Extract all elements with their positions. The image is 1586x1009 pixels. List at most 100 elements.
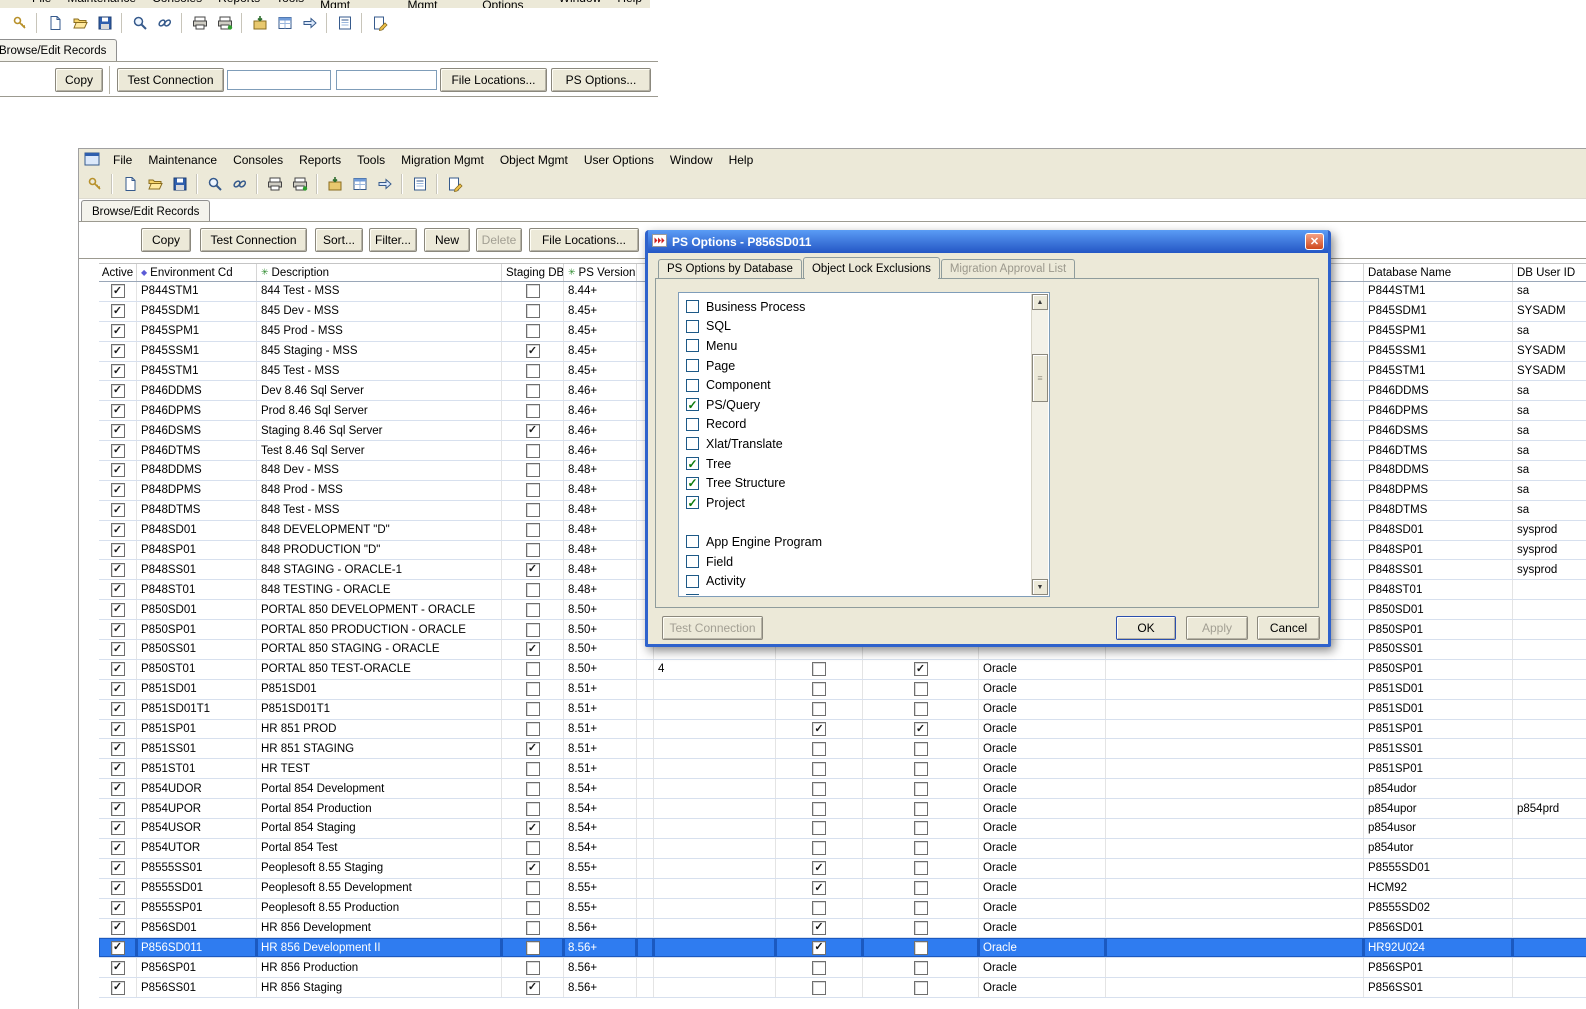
checkbox-active[interactable]: ✓ [111, 821, 125, 835]
table-row-p856sd011[interactable]: ✓P856SD011HR 856 Development II8.56+✓Ora… [99, 938, 1586, 958]
checkbox-xlat-translate[interactable] [686, 437, 699, 450]
checkbox-flag1[interactable] [812, 821, 826, 835]
exclusion-item-business-process[interactable]: Business Process [686, 297, 1031, 317]
menu-file[interactable]: File [105, 151, 140, 169]
checkbox-staging[interactable] [526, 782, 540, 796]
file-locations-button[interactable]: File Locations... [440, 68, 547, 92]
checkbox-flag2[interactable] [914, 802, 928, 816]
checkbox-staging[interactable] [526, 523, 540, 537]
checkbox-active[interactable]: ✓ [111, 762, 125, 776]
table-row-p851st01[interactable]: ✓P851ST01HR TEST8.51+OracleP851SP01 [99, 759, 1586, 779]
checkbox-tree[interactable]: ✓ [686, 457, 699, 470]
checkbox-app-engine-program[interactable] [686, 535, 699, 548]
checkbox-active[interactable]: ✓ [111, 861, 125, 875]
checkbox-active[interactable]: ✓ [111, 483, 125, 497]
checkbox-active[interactable]: ✓ [111, 463, 125, 477]
checkbox-flag2[interactable] [914, 981, 928, 995]
checkbox-active[interactable]: ✓ [111, 841, 125, 855]
checkbox-staging[interactable]: ✓ [526, 742, 540, 756]
transfer-arrow-icon[interactable] [373, 173, 396, 195]
menu-user-options[interactable]: User Options [474, 0, 550, 8]
checkbox-flag1[interactable]: ✓ [812, 861, 826, 875]
checkbox-staging[interactable] [526, 503, 540, 517]
new-document-icon[interactable] [43, 12, 66, 34]
checkbox-staging[interactable] [526, 682, 540, 696]
edit-icon[interactable] [443, 173, 466, 195]
checkbox-active[interactable]: ✓ [111, 543, 125, 557]
scroll-down-icon[interactable]: ▼ [1032, 579, 1048, 595]
tab-browse-edit-records[interactable]: Browse/Edit Records [81, 200, 210, 222]
checkbox-flag1[interactable] [812, 662, 826, 676]
checkbox-flag1[interactable] [812, 901, 826, 915]
exclusion-item-activity[interactable]: Activity [686, 571, 1031, 591]
exclusion-item-app-engine-program[interactable]: App Engine Program [686, 532, 1031, 552]
checkbox-active[interactable]: ✓ [111, 981, 125, 995]
checkbox-staging[interactable] [526, 444, 540, 458]
menu-reports[interactable]: Reports [291, 151, 349, 169]
scrollbar[interactable]: ▲ ≡ ▼ [1031, 294, 1048, 595]
exclusion-item-tree-structure[interactable]: ✓Tree Structure [686, 473, 1031, 493]
menu-consoles[interactable]: Consoles [144, 0, 210, 7]
checkbox-staging[interactable] [526, 583, 540, 597]
checkbox-staging[interactable] [526, 802, 540, 816]
menu-migration-mgmt[interactable]: Migration Mgmt [393, 151, 492, 169]
checkbox-flag2[interactable] [914, 821, 928, 835]
checkbox-active[interactable]: ✓ [111, 384, 125, 398]
exclusion-item-component[interactable]: Component [686, 375, 1031, 395]
checkbox-flag2[interactable] [914, 941, 928, 955]
checkbox-field[interactable] [686, 555, 699, 568]
checkbox-flag2[interactable] [914, 921, 928, 935]
checkbox-active[interactable]: ✓ [111, 941, 125, 955]
checkbox-staging[interactable] [526, 284, 540, 298]
report-icon[interactable] [333, 12, 356, 34]
menu-window[interactable]: Window [662, 151, 721, 169]
checkbox-staging[interactable] [526, 364, 540, 378]
checkbox-flag2[interactable]: ✓ [914, 722, 928, 736]
table-row-p851ss01[interactable]: ✓P851SS01HR 851 STAGING✓8.51+OracleP851S… [99, 739, 1586, 759]
new-button[interactable]: New [424, 228, 470, 252]
checkbox-record[interactable] [686, 418, 699, 431]
tab-ps-options-by-database[interactable]: PS Options by Database [658, 259, 802, 278]
checkbox-active[interactable]: ✓ [111, 642, 125, 656]
menu-window[interactable]: Window [551, 0, 610, 7]
test-connection-button[interactable]: Test Connection [117, 68, 224, 92]
checkbox-flag1[interactable] [812, 742, 826, 756]
checkbox-active[interactable]: ✓ [111, 682, 125, 696]
checkbox-active[interactable]: ✓ [111, 603, 125, 617]
checkbox-flag1[interactable] [812, 961, 826, 975]
checkbox-active[interactable]: ✓ [111, 424, 125, 438]
checkbox-staging[interactable] [526, 543, 540, 557]
scroll-up-icon[interactable]: ▲ [1032, 294, 1048, 310]
table-icon[interactable] [273, 12, 296, 34]
checkbox-flag1[interactable] [812, 841, 826, 855]
checkbox-staging[interactable] [526, 384, 540, 398]
checkbox-active[interactable]: ✓ [111, 742, 125, 756]
checkbox-flag2[interactable] [914, 861, 928, 875]
import-icon[interactable] [323, 173, 346, 195]
menu-maintenance[interactable]: Maintenance [59, 0, 144, 7]
table-row-p850st01[interactable]: ✓P850ST01PORTAL 850 TEST-ORACLE8.50+4✓Or… [99, 660, 1586, 680]
checkbox-menu[interactable] [686, 339, 699, 352]
checkbox-flag2[interactable] [914, 961, 928, 975]
checkbox-flag1[interactable] [812, 702, 826, 716]
checkbox-staging[interactable] [526, 961, 540, 975]
menu-file[interactable]: File [24, 0, 59, 7]
menu-consoles[interactable]: Consoles [225, 151, 291, 169]
save-icon[interactable] [168, 173, 191, 195]
checkbox-staging[interactable] [526, 941, 540, 955]
cancel-button[interactable]: Cancel [1257, 616, 1320, 640]
checkbox-component[interactable] [686, 379, 699, 392]
checkbox-active[interactable]: ✓ [111, 503, 125, 517]
table-row-p851sp01[interactable]: ✓P851SP01HR 851 PROD8.51+✓✓OracleP851SP0… [99, 720, 1586, 740]
checkbox-flag1[interactable]: ✓ [812, 921, 826, 935]
menu-object-mgmt[interactable]: Object Mgmt [492, 151, 576, 169]
exclusion-item-menu[interactable]: Menu [686, 336, 1031, 356]
checkbox-staging[interactable] [526, 881, 540, 895]
checkbox-staging[interactable]: ✓ [526, 424, 540, 438]
table-row-p8555ss01[interactable]: ✓P8555SS01Peoplesoft 8.55 Staging✓8.55+✓… [99, 859, 1586, 879]
checkbox-approval-rule-set[interactable] [686, 594, 699, 595]
import-icon[interactable] [248, 12, 271, 34]
ps-options-button[interactable]: PS Options... [551, 68, 651, 92]
menu-tools[interactable]: Tools [268, 0, 312, 7]
checkbox-activity[interactable] [686, 575, 699, 588]
